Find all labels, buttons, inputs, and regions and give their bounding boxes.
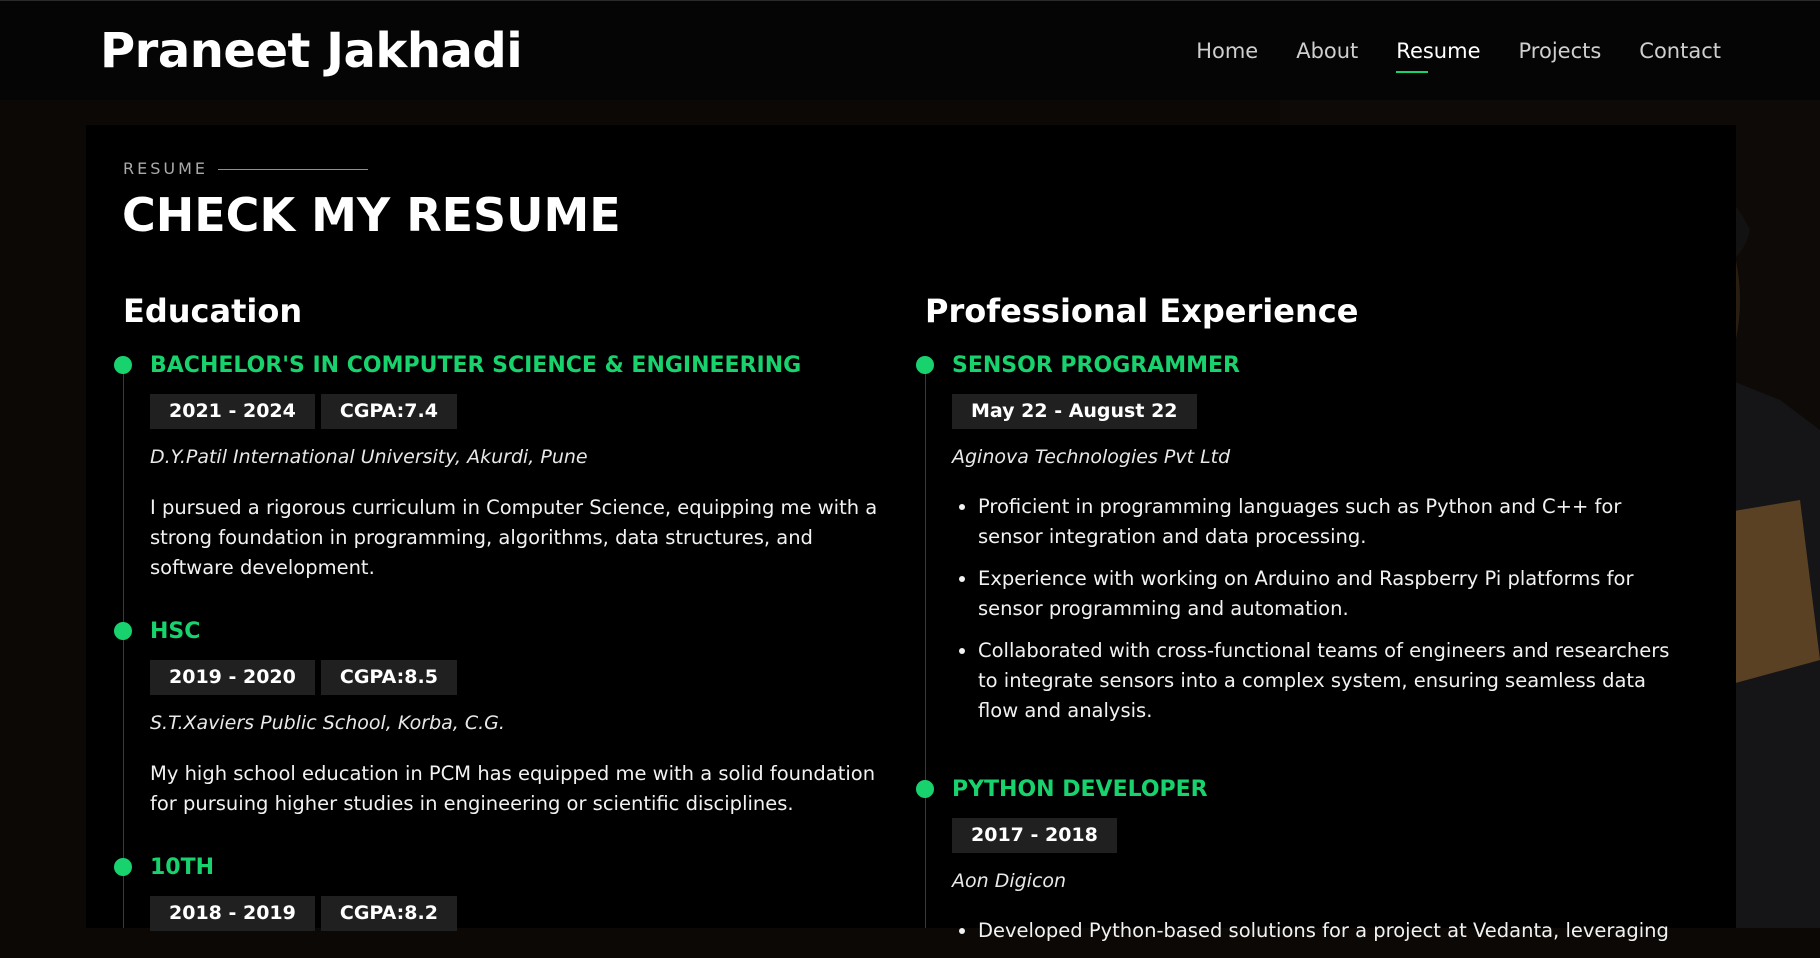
experience-timeline	[925, 364, 926, 928]
institution-name: D.Y.Patil International University, Akur…	[150, 446, 588, 468]
company-name: Aon Digicon	[952, 870, 1067, 892]
section-label: RESUME	[123, 159, 209, 178]
grade-badge: CGPA:8.2	[320, 896, 457, 931]
education-item: 10TH 2018 - 2019 CGPA:8.2	[114, 855, 890, 931]
education-item: BACHELOR'S IN COMPUTER SCIENCE & ENGINEE…	[114, 353, 890, 583]
education-timeline	[123, 364, 124, 928]
period-badge: May 22 - August 22	[952, 394, 1197, 429]
grade-badge: CGPA:8.5	[320, 660, 457, 695]
institution-name: S.T.Xaviers Public School, Korba, C.G.	[150, 712, 505, 734]
education-description: I pursued a rigorous curriculum in Compu…	[150, 496, 878, 579]
site-logo[interactable]: Praneet Jakhadi	[100, 23, 523, 79]
experience-bullets: Developed Python-based solutions for a p…	[952, 916, 1682, 946]
experience-heading: Professional Experience	[925, 292, 1359, 330]
experience-item-title: SENSOR PROGRAMMER	[952, 353, 1240, 378]
period-badge: 2021 - 2024	[150, 394, 315, 429]
experience-item: SENSOR PROGRAMMER May 22 - August 22 Agi…	[916, 353, 1682, 738]
main-nav: Home About Resume Projects Contact	[1196, 39, 1721, 73]
grade-badge: CGPA:7.4	[320, 394, 457, 429]
education-heading: Education	[123, 292, 303, 330]
experience-bullet: Experience with working on Arduino and R…	[978, 564, 1682, 624]
page-title: CHECK MY RESUME	[122, 188, 621, 242]
nav-projects[interactable]: Projects	[1519, 39, 1602, 73]
nav-contact[interactable]: Contact	[1639, 39, 1721, 73]
experience-bullet: Proficient in programming languages such…	[978, 492, 1682, 552]
company-name: Aginova Technologies Pvt Ltd	[952, 446, 1231, 468]
education-item-title: BACHELOR'S IN COMPUTER SCIENCE & ENGINEE…	[150, 353, 802, 378]
nav-about[interactable]: About	[1296, 39, 1358, 73]
period-badge: 2018 - 2019	[150, 896, 315, 931]
section-label-line	[218, 169, 368, 170]
timeline-dot	[114, 858, 132, 876]
timeline-dot	[114, 622, 132, 640]
experience-bullet: Developed Python-based solutions for a p…	[978, 916, 1682, 946]
education-description: My high school education in PCM has equi…	[150, 762, 876, 815]
timeline-dot	[114, 356, 132, 374]
education-item-title: 10TH	[150, 855, 215, 880]
education-item: HSC 2019 - 2020 CGPA:8.5 S.T.Xaviers Pub…	[114, 619, 890, 819]
nav-resume[interactable]: Resume	[1396, 39, 1481, 73]
site-header: Praneet Jakhadi Home About Resume Projec…	[0, 0, 1820, 100]
experience-item-title: PYTHON DEVELOPER	[952, 777, 1208, 802]
experience-bullets: Proficient in programming languages such…	[952, 492, 1682, 726]
period-badge: 2017 - 2018	[952, 818, 1117, 853]
education-item-title: HSC	[150, 619, 201, 644]
nav-home[interactable]: Home	[1196, 39, 1258, 73]
experience-bullet: Collaborated with cross-functional teams…	[978, 636, 1682, 726]
timeline-dot	[916, 780, 934, 798]
experience-item: PYTHON DEVELOPER 2017 - 2018 Aon Digicon…	[916, 777, 1682, 958]
timeline-dot	[916, 356, 934, 374]
period-badge: 2019 - 2020	[150, 660, 315, 695]
